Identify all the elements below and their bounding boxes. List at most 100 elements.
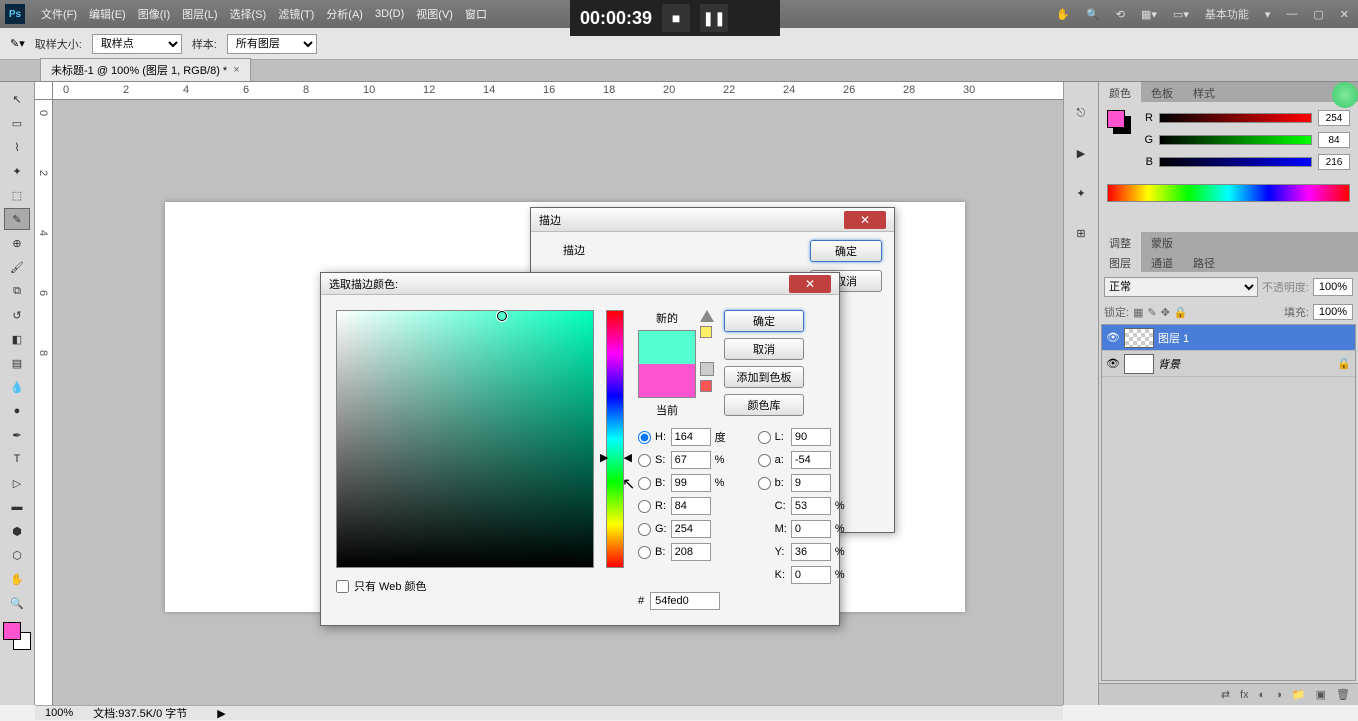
layer-thumb[interactable] [1124, 328, 1154, 348]
wand-tool[interactable]: ✦ [4, 160, 30, 182]
tab-color[interactable]: 颜色 [1099, 82, 1141, 102]
lock-pos-icon[interactable]: ✥ [1161, 306, 1170, 319]
radio-bv[interactable] [638, 477, 651, 490]
maximize-icon[interactable]: ▢ [1309, 8, 1327, 21]
blur-tool[interactable]: 💧 [4, 376, 30, 398]
sample-size-select[interactable]: 取样点 [92, 34, 182, 54]
marquee-tool[interactable]: ▭ [4, 112, 30, 134]
picker-ok-button[interactable]: 确定 [724, 310, 804, 332]
menu-layer[interactable]: 图层(L) [176, 6, 223, 22]
saturation-value-field[interactable] [336, 310, 594, 568]
gradient-tool[interactable]: ▤ [4, 352, 30, 374]
input-y[interactable] [791, 543, 831, 561]
minimize-icon[interactable]: — [1282, 8, 1301, 20]
chevron-down-icon[interactable]: ▾ [1261, 8, 1275, 21]
group-icon[interactable]: 📁 [1292, 688, 1306, 701]
doc-info[interactable]: 文档:937.5K/0 字节 [93, 705, 187, 721]
layer-thumb[interactable] [1124, 354, 1154, 374]
sample-select[interactable]: 所有图层 [227, 34, 317, 54]
zoom-tool[interactable]: 🔍 [4, 592, 30, 614]
color-swatches[interactable] [3, 622, 31, 650]
slider-b[interactable] [1159, 157, 1312, 167]
input-r[interactable] [671, 497, 711, 515]
visibility-icon[interactable]: 👁 [1106, 357, 1120, 370]
fill-input[interactable] [1313, 304, 1353, 320]
layer-row[interactable]: 👁 背景 🔒 [1102, 351, 1355, 377]
stop-button[interactable]: ■ [662, 4, 690, 32]
pen-tool[interactable]: ✒ [4, 424, 30, 446]
input-bv[interactable] [671, 474, 711, 492]
current-color-swatch[interactable] [639, 364, 695, 397]
tab-adjust[interactable]: 调整 [1099, 232, 1141, 252]
opacity-input[interactable] [1313, 278, 1353, 296]
add-swatch-button[interactable]: 添加到色板 [724, 366, 804, 388]
input-bb[interactable] [791, 474, 831, 492]
radio-h[interactable] [638, 431, 651, 444]
eraser-tool[interactable]: ◧ [4, 328, 30, 350]
menu-edit[interactable]: 编辑(E) [83, 6, 132, 22]
input-m[interactable] [791, 520, 831, 538]
path-tool[interactable]: ▷ [4, 472, 30, 494]
pause-button[interactable]: ❚❚ [700, 4, 728, 32]
workspace-menu[interactable]: 基本功能 [1201, 6, 1253, 22]
input-s[interactable] [671, 451, 711, 469]
websafe-swatch[interactable] [700, 380, 712, 392]
visibility-icon[interactable]: 👁 [1106, 331, 1120, 344]
tab-swatches[interactable]: 色板 [1141, 82, 1183, 102]
tab-paths[interactable]: 路径 [1183, 252, 1225, 272]
crop-tool[interactable]: ⬚ [4, 184, 30, 206]
trash-icon[interactable]: 🗑 [1336, 688, 1350, 701]
stroke-ok-button[interactable]: 确定 [810, 240, 882, 262]
radio-bc[interactable] [638, 546, 651, 559]
zoom-level[interactable]: 100% [45, 707, 73, 719]
slider-g[interactable] [1159, 135, 1312, 145]
blend-mode-select[interactable]: 正常 [1104, 277, 1258, 297]
arrange-icon[interactable]: ▦▾ [1137, 8, 1161, 21]
spectrum-bar[interactable] [1107, 184, 1350, 202]
menu-window[interactable]: 窗口 [459, 6, 493, 22]
input-a[interactable] [791, 451, 831, 469]
lock-trans-icon[interactable]: ▦ [1133, 306, 1143, 319]
radio-r[interactable] [638, 500, 651, 513]
panel-color-swatch[interactable] [1107, 110, 1131, 134]
close-tab-icon[interactable]: × [233, 64, 239, 76]
web-only-checkbox[interactable] [336, 580, 349, 593]
menu-select[interactable]: 选择(S) [224, 6, 273, 22]
radio-g[interactable] [638, 523, 651, 536]
input-l[interactable] [791, 428, 831, 446]
lasso-tool[interactable]: ⌇ [4, 136, 30, 158]
hue-slider[interactable]: ▶◀ [606, 310, 624, 568]
value-b[interactable] [1318, 154, 1350, 170]
stamp-tool[interactable]: ⧉ [4, 280, 30, 302]
stroke-close-button[interactable]: ✕ [844, 211, 886, 229]
foreground-color[interactable] [3, 622, 21, 640]
slider-r[interactable] [1159, 113, 1312, 123]
lock-all-icon[interactable]: 🔒 [1174, 306, 1188, 319]
input-h[interactable] [671, 428, 711, 446]
hand-icon[interactable]: ✋ [1052, 8, 1074, 21]
new-layer-icon[interactable]: ▣ [1316, 688, 1326, 701]
history-panel-icon[interactable]: ⎋ [1070, 102, 1092, 124]
info-arrow-icon[interactable]: ▶ [217, 707, 225, 720]
layer-row[interactable]: 👁 图层 1 [1102, 325, 1355, 351]
value-g[interactable] [1318, 132, 1350, 148]
hex-input[interactable] [650, 592, 720, 610]
dodge-tool[interactable]: ● [4, 400, 30, 422]
tab-mask[interactable]: 蒙版 [1141, 232, 1183, 252]
mask-icon[interactable]: ◐ [1259, 689, 1266, 701]
lock-pixels-icon[interactable]: ✎ [1147, 306, 1156, 319]
input-bc[interactable] [671, 543, 711, 561]
menu-filter[interactable]: 滤镜(T) [272, 6, 320, 22]
gamut-warning-icon[interactable] [700, 310, 714, 322]
stroke-titlebar[interactable]: 描边 ✕ [531, 208, 894, 232]
radio-a[interactable] [758, 454, 771, 467]
document-tab[interactable]: 未标题-1 @ 100% (图层 1, RGB/8) * × [40, 58, 251, 81]
adjust-icon[interactable]: ◑ [1275, 689, 1282, 701]
hand-tool[interactable]: ✋ [4, 568, 30, 590]
heal-tool[interactable]: ⊕ [4, 232, 30, 254]
cube-icon[interactable] [700, 362, 714, 376]
input-c[interactable] [791, 497, 831, 515]
rotate-icon[interactable]: ⟲ [1112, 8, 1129, 21]
menu-analysis[interactable]: 分析(A) [320, 6, 369, 22]
tab-layers[interactable]: 图层 [1099, 252, 1141, 272]
